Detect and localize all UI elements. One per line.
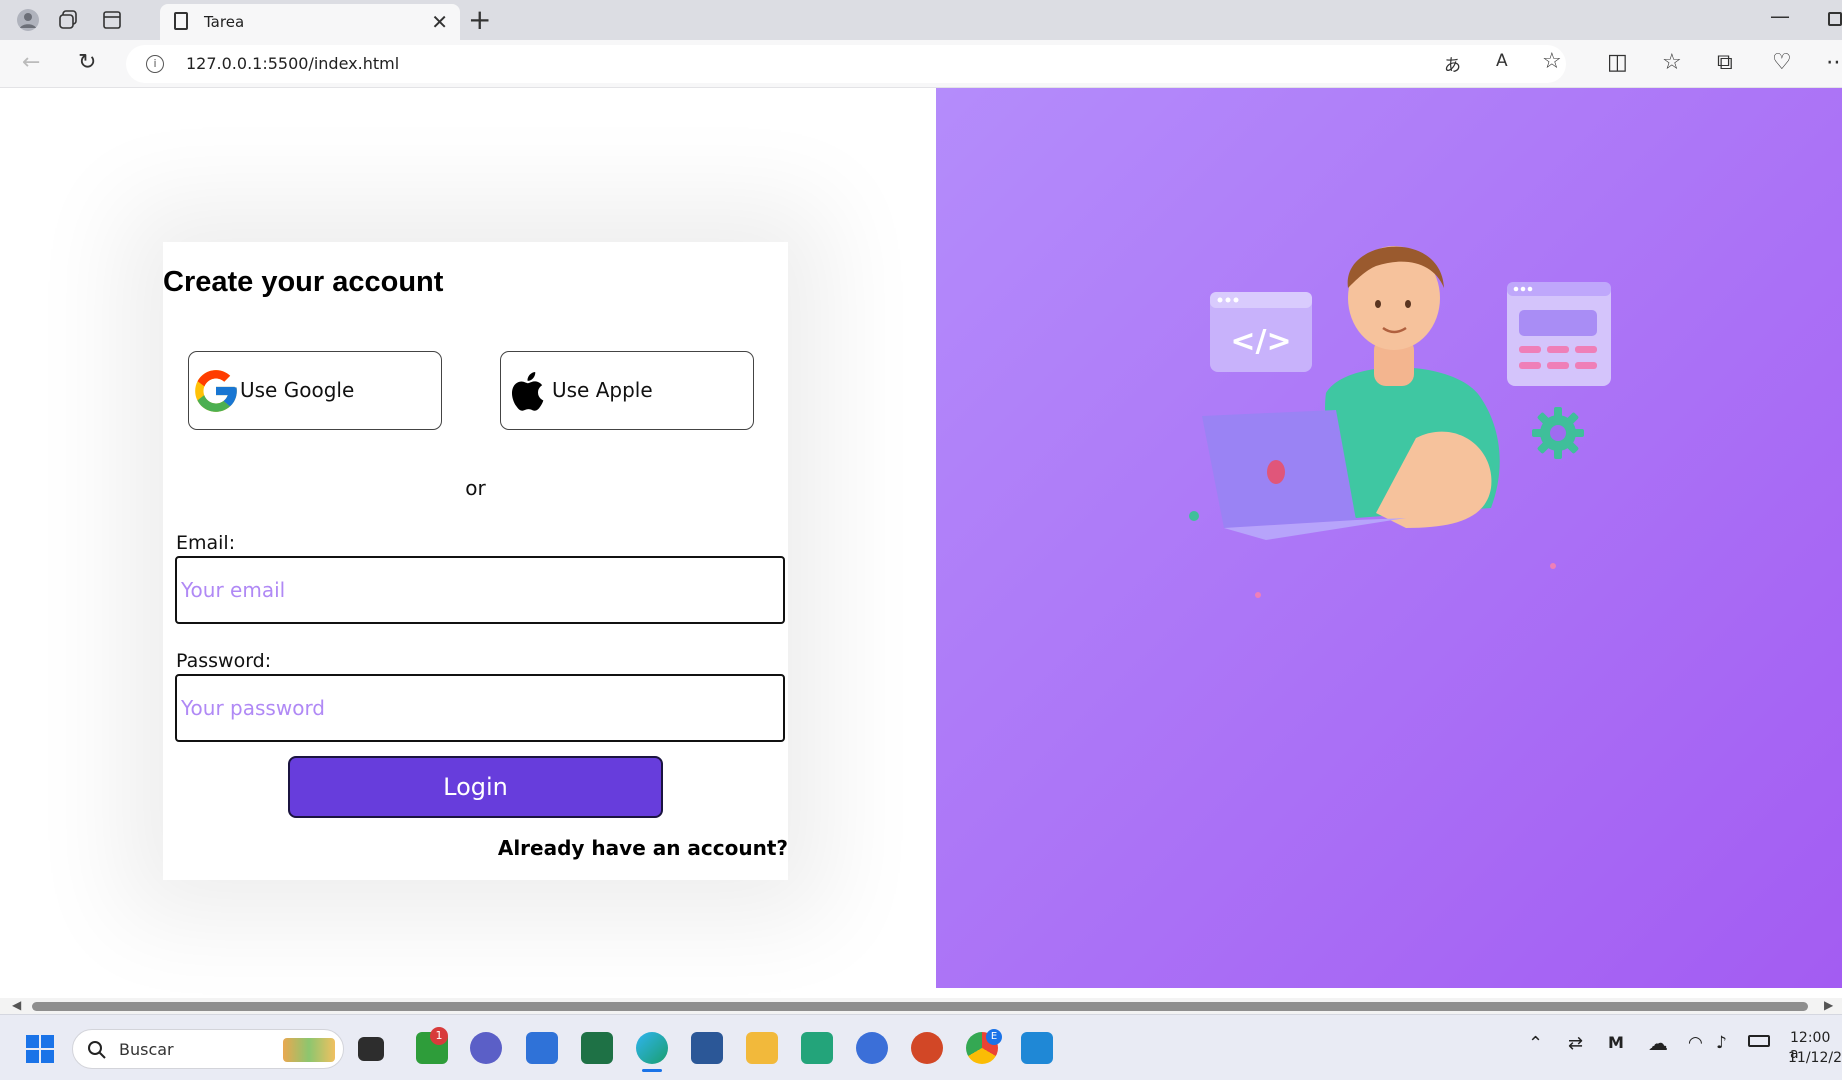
apple-icon [512, 371, 544, 411]
workspaces-icon[interactable] [56, 8, 80, 32]
battery-icon[interactable] [1748, 1035, 1770, 1047]
google-button-label: Use Google [240, 378, 355, 402]
browser-tab[interactable]: Tarea ✕ [160, 4, 460, 40]
url-text[interactable]: 127.0.0.1:5500/index.html [186, 54, 399, 73]
google-signin-button[interactable]: Use Google [188, 351, 442, 430]
developer-illustration: </> [1189, 246, 1611, 598]
apple-signin-button[interactable]: Use Apple [500, 351, 754, 430]
vertical-tabs-icon[interactable] [100, 8, 124, 32]
active-app-indicator [642, 1069, 662, 1072]
hero-illustration-panel: </> [936, 88, 1842, 988]
notification-badge: 1 [430, 1027, 448, 1045]
site-info-icon[interactable]: i [146, 55, 164, 73]
windows-taskbar: Buscar 1 E ⌃ ⇄ M ☁ ◠ ♪ 12:00 a 11/12/2 [0, 1014, 1842, 1080]
close-tab-icon[interactable]: ✕ [431, 10, 448, 34]
chrome-profile-badge: E [986, 1029, 1002, 1045]
horizontal-scrollbar[interactable]: ◀ ▶ [0, 998, 1842, 1014]
onedrive-icon[interactable]: ☁ [1648, 1031, 1668, 1055]
scrollbar-thumb[interactable] [32, 1002, 1808, 1011]
microsoft-store-icon[interactable] [526, 1032, 558, 1064]
favorites-icon[interactable]: ☆ [1662, 50, 1682, 75]
translate-icon[interactable]: あ [1444, 51, 1461, 76]
scroll-right-icon[interactable]: ▶ [1824, 998, 1833, 1012]
taskbar-search[interactable]: Buscar [72, 1029, 344, 1069]
page-title: Create your account [163, 266, 444, 298]
minimize-icon[interactable]: — [1770, 4, 1790, 28]
windows-start-icon[interactable] [26, 1035, 54, 1063]
volume-icon[interactable]: ♪ [1716, 1033, 1727, 1053]
clock[interactable]: 12:00 a 11/12/2 [1788, 1015, 1842, 1081]
web-page: Create your account Use Google Use Apple… [6, 88, 1842, 998]
apple-button-label: Use Apple [552, 378, 653, 402]
powerpoint-icon[interactable] [911, 1032, 943, 1064]
new-tab-icon[interactable]: + [468, 3, 491, 36]
search-placeholder: Buscar [119, 1040, 174, 1059]
signup-card: Create your account Use Google Use Apple… [163, 242, 788, 880]
tab-title: Tarea [204, 13, 245, 31]
clock-date: 11/12/2 [1788, 1050, 1842, 1066]
show-hidden-icons[interactable]: ⌃ [1528, 1033, 1543, 1054]
or-divider: or [465, 476, 486, 500]
developer-person [1325, 246, 1500, 528]
app-a-icon[interactable] [856, 1032, 888, 1064]
vscode-icon[interactable] [1021, 1032, 1053, 1064]
gear-icon [1532, 407, 1584, 459]
tray-sync-icon[interactable]: ⇄ [1568, 1033, 1583, 1054]
ui-window-icon [1507, 282, 1611, 386]
decor-dot [1189, 511, 1199, 521]
page-icon [174, 12, 188, 30]
split-screen-icon[interactable]: ◫ [1607, 50, 1628, 75]
refresh-icon[interactable]: ↻ [78, 50, 96, 75]
teams-chat-icon[interactable] [470, 1032, 502, 1064]
email-field[interactable] [175, 556, 785, 624]
password-field[interactable] [175, 674, 785, 742]
scroll-left-icon[interactable]: ◀ [12, 998, 21, 1012]
browser-title-bar: Tarea ✕ + — [0, 0, 1842, 40]
address-bar-row: ← ↻ i 127.0.0.1:5500/index.html あ A ☆ ◫ … [0, 40, 1842, 88]
more-options-icon[interactable]: ⋯ [1826, 50, 1842, 75]
word-icon[interactable] [691, 1032, 723, 1064]
search-icon [88, 1041, 106, 1059]
decor-dot [1255, 592, 1261, 598]
email-label: Email: [176, 532, 236, 554]
search-highlight-image [283, 1038, 335, 1062]
maximize-icon[interactable] [1828, 12, 1842, 26]
excel-icon[interactable] [581, 1032, 613, 1064]
edge-icon[interactable] [636, 1032, 668, 1064]
back-icon[interactable]: ← [22, 50, 40, 75]
browser-essentials-icon[interactable]: ♡ [1772, 50, 1792, 75]
tray-m-icon[interactable]: M [1608, 1033, 1624, 1052]
google-icon [195, 370, 237, 412]
file-explorer-icon[interactable] [746, 1032, 778, 1064]
favorite-star-icon[interactable]: ☆ [1542, 49, 1562, 74]
read-aloud-icon[interactable]: A [1496, 51, 1508, 71]
svg-text:</>: </> [1230, 324, 1291, 359]
login-button[interactable]: Login [288, 756, 663, 818]
task-view-icon[interactable] [358, 1037, 384, 1061]
code-window-icon: </> [1210, 292, 1312, 372]
profile-icon[interactable] [16, 8, 40, 32]
address-bar[interactable]: i 127.0.0.1:5500/index.html あ A ☆ [126, 45, 1566, 83]
collections-icon[interactable]: ⧉ [1717, 50, 1733, 75]
already-have-account-link[interactable]: Already have an account? [498, 836, 788, 860]
decor-dot [1550, 563, 1556, 569]
app-h-icon[interactable] [801, 1032, 833, 1064]
password-label: Password: [176, 650, 272, 672]
wifi-icon[interactable]: ◠ [1688, 1033, 1703, 1053]
